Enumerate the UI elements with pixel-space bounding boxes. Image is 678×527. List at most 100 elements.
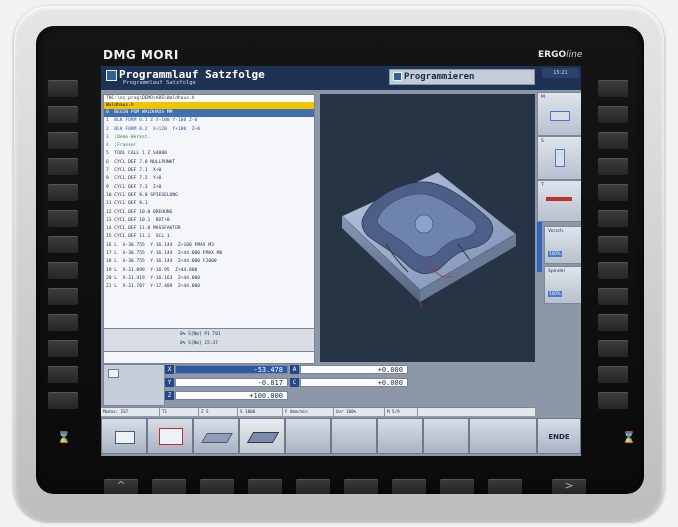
bottom-hardkey-back[interactable]: ^ [104,479,138,494]
program-line[interactable]: 5 TOOL CALL 1 Z S4000 [104,150,314,158]
program-line[interactable]: 8 CYCL DEF 7.2 Y+0 [104,175,314,183]
program-line[interactable]: 18 L X-30.755 Y-16.144 Z+44.000 F2000 [104,258,314,266]
left-hardkey-10[interactable] [48,314,78,331]
right-hardkey-7[interactable] [598,236,628,253]
right-hardkey-13[interactable] [598,392,628,409]
program-line[interactable]: 2 BLK FORM 0.2 X+120 Y+100 Z+0 [104,126,314,134]
left-hardkey-11[interactable] [48,340,78,357]
right-hardkey-10[interactable] [598,314,628,331]
softkey-spindle-override[interactable]: Spindel 100% [544,266,581,304]
left-hardkey-8[interactable] [48,262,78,279]
3d-model-icon [246,432,280,443]
end-button[interactable]: ENDE [537,418,581,454]
left-hardkey-5[interactable] [48,184,78,201]
program-line[interactable]: 0 BEGIN PGM WALDHAUS MM [104,109,314,118]
program-line[interactable]: 11 CYCL DEF 8.1 [104,200,314,208]
program-listing[interactable]: TNC:\nc_prog\DEMO\ABS\Waldhaus.h Waldhau… [103,94,315,364]
softkey-empty-9[interactable] [469,418,537,454]
right-hardkey-9[interactable] [598,288,628,305]
clock-display: 15:21 [542,68,579,78]
right-hardkey-3[interactable] [598,132,628,149]
program-line[interactable]: 19 L X-31.099 Y-16.95 Z+44.000 [104,267,314,275]
program-line[interactable]: 9 CYCL DEF 7.3 Z+0 [104,184,314,192]
axis-value-y: -0.817 [175,378,288,387]
bottom-hardkey-3[interactable] [248,479,282,494]
softkey-spindle[interactable]: S [537,136,581,180]
bottom-hardkey-7[interactable] [440,479,474,494]
left-hardkey-13[interactable] [48,392,78,409]
softkey-m-functions[interactable]: M [537,92,581,136]
right-hardkey-1[interactable] [598,80,628,97]
softkey-feed-override[interactable]: Vorsch. 100% [544,226,581,264]
spindle-status-line: 0% S[Nm] P1 T01 [180,332,221,337]
right-hardkey-6[interactable] [598,210,628,227]
program-line[interactable]: 16 L X-30.755 Y-16.144 Z+100 FMAX M3 [104,242,314,250]
softkey-empty-5[interactable] [285,418,331,454]
simulation-view[interactable] [320,94,535,362]
softkey-view-3d[interactable] [193,418,239,454]
softkey-empty-8[interactable] [423,418,469,454]
program-run-icon [106,70,117,81]
bottom-hardkey-6[interactable] [392,479,426,494]
bottom-hardkey-5[interactable] [344,479,378,494]
program-line[interactable]: 21 L X-31.707 Y-17.489 Z+44.000 [104,283,314,291]
programming-mode-tab[interactable]: Programmieren [389,69,535,85]
left-hardkey-12[interactable] [48,366,78,383]
right-hardkey-2[interactable] [598,106,628,123]
softkey-view-plan[interactable] [101,418,147,454]
bottom-hardkey-1[interactable] [152,479,186,494]
program-line[interactable]: 12 CYCL DEF 10.0 DREHUNG [104,209,314,217]
right-hardkey-12[interactable] [598,366,628,383]
bottom-hardkey-next[interactable]: > [552,479,586,494]
program-line[interactable]: 13 CYCL DEF 10.1 ROT+0 [104,217,314,225]
left-hardkey-9[interactable] [48,288,78,305]
program-line[interactable]: 20 L X-31.419 Y-16.163 Z+44.000 [104,275,314,283]
program-line[interactable]: 6 CYCL DEF 7.0 NULLPUNKT [104,159,314,167]
override-slider[interactable] [537,222,542,272]
status-mode: Modus: IST [101,408,160,416]
ergoline-logo: ERGOline [538,50,583,60]
program-line[interactable]: 15 CYCL DEF 11.1 SCL 1 [104,233,314,241]
status-spindle: S 1000 [238,408,283,416]
program-line[interactable]: 7 CYCL DEF 7.1 X+0 [104,167,314,175]
program-line[interactable]: 14 CYCL DEF 11.0 MASSFAKTOR [104,225,314,233]
plan-view-icon [115,431,135,444]
bottom-hardkey-4[interactable] [296,479,330,494]
bottom-hardkey-8[interactable] [488,479,522,494]
right-hardkey-11[interactable] [598,340,628,357]
softkey-label: T [541,183,544,188]
bottom-hardkey-2[interactable] [200,479,234,494]
left-hardkey-6[interactable] [48,210,78,227]
workpiece-3d-graphic [341,171,517,309]
tool-icon [546,197,572,201]
spindle-icon [555,149,565,167]
right-hardkey-4[interactable] [598,158,628,175]
softkey-label: M [541,95,545,100]
machine-status-bar: Modus: IST T1 Z S S 1000 F 0mm/min Ovr 1… [101,407,535,416]
cnc-screen: Programmlauf Satzfolge Programmlauf Satz… [101,66,581,456]
program-line[interactable]: 17 L X-30.755 Y-16.144 Z+44.000 FMAX M8 [104,250,314,258]
softkey-empty-6[interactable] [331,418,377,454]
display-mode-icon [108,369,119,378]
softkey-view-3-planes[interactable] [147,418,193,454]
softkey-empty-7[interactable] [377,418,423,454]
spindle-status-line: 0% S[Nm] 15:37 [180,341,218,346]
left-hardkey-2[interactable] [48,106,78,123]
program-line[interactable]: 1 BLK FORM 0.1 Z X-100 Y-100 Z-0 [104,117,314,125]
axis-value-c: +0.000 [300,378,408,387]
program-line[interactable]: 10 CYCL DEF 8.0 SPIEGELUNG [104,192,314,200]
left-hardkey-1[interactable] [48,80,78,97]
left-hardkey-3[interactable] [48,132,78,149]
key-switch-icon: ⌛ [622,431,636,444]
softkey-tool[interactable]: T [537,180,581,222]
left-hardkey-4[interactable] [48,158,78,175]
softkey-view-3d-active[interactable] [239,418,285,454]
program-line[interactable]: 4 ;Fraeser [104,142,314,150]
machine-icon [550,111,570,121]
program-line[interactable]: 3 ;Demo-Werkst. [104,134,314,142]
right-hardkey-8[interactable] [598,262,628,279]
3d-view-icon [201,433,233,443]
brand-logo: DMG MORI [103,48,179,62]
left-hardkey-7[interactable] [48,236,78,253]
right-hardkey-5[interactable] [598,184,628,201]
